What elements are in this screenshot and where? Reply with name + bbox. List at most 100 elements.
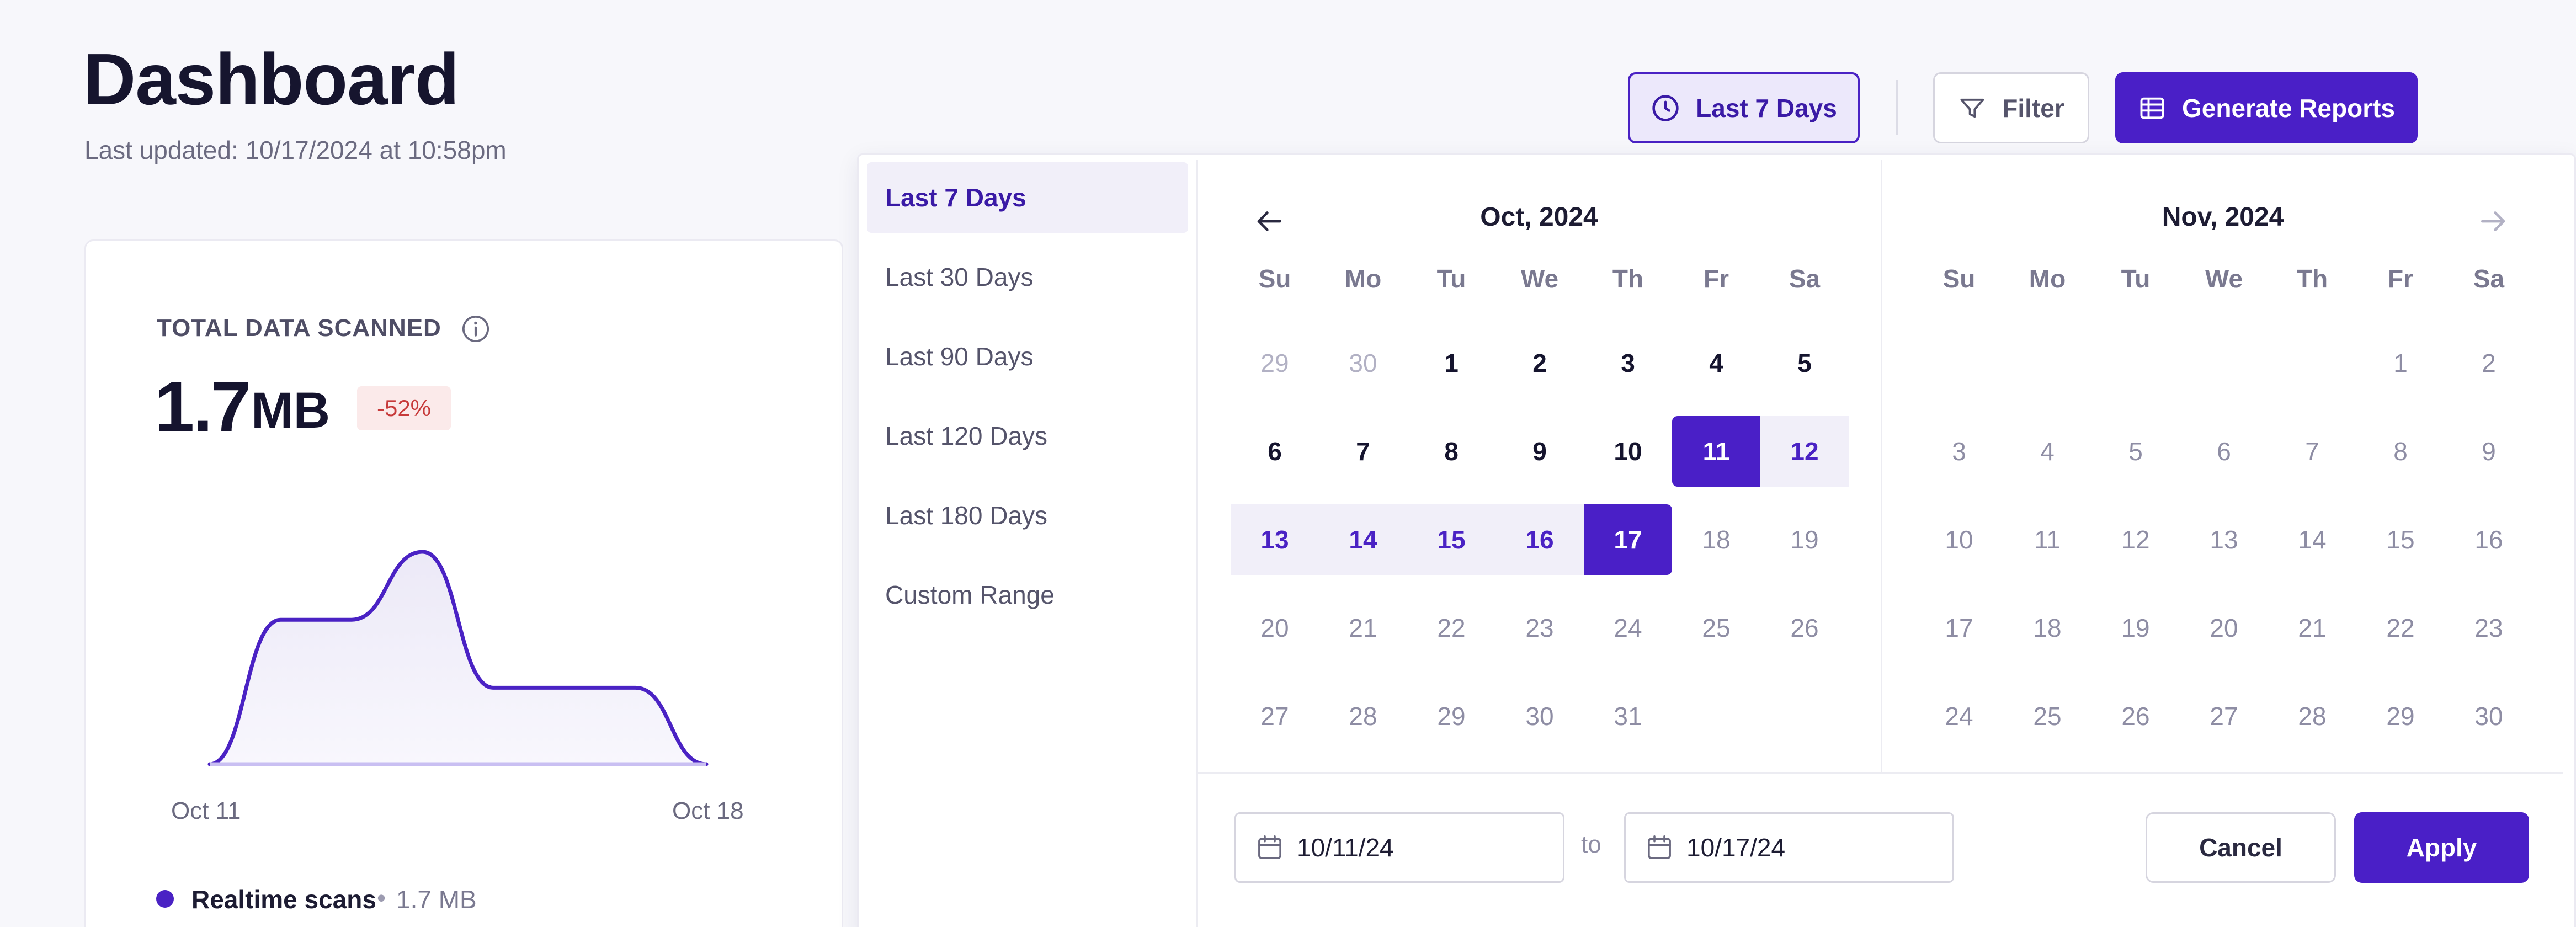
calendar-day[interactable]: 18 xyxy=(1672,504,1760,575)
header-divider xyxy=(1896,80,1898,135)
calendar-day[interactable]: 21 xyxy=(1319,593,1407,663)
calendar-empty-cell xyxy=(2180,328,2268,398)
date-range-button-label: Last 7 Days xyxy=(1696,93,1837,122)
calendar-day[interactable]: 16 xyxy=(1495,504,1584,575)
calendar-day[interactable]: 22 xyxy=(1407,593,1495,663)
preset-option[interactable]: Last 7 Days xyxy=(867,162,1188,233)
prev-month-arrow-icon[interactable] xyxy=(1252,204,1286,238)
calendar-day[interactable]: 6 xyxy=(1231,416,1319,487)
calendar-day[interactable]: 24 xyxy=(1915,681,2003,752)
calendar-day[interactable]: 30 xyxy=(1319,328,1407,398)
calendar-day[interactable]: 23 xyxy=(2445,593,2533,663)
start-date-value: 10/11/24 xyxy=(1297,833,1394,862)
calendar-day[interactable]: 18 xyxy=(2003,593,2091,663)
chart-area-fill xyxy=(210,552,706,764)
end-date-field[interactable]: 10/17/24 xyxy=(1624,812,1954,883)
apply-button[interactable]: Apply xyxy=(2354,812,2529,883)
info-icon[interactable] xyxy=(460,313,491,344)
calendar-icon xyxy=(1258,835,1281,859)
calendar-day[interactable]: 25 xyxy=(1672,593,1760,663)
weekday-header: Mo xyxy=(2029,264,2066,293)
preset-option[interactable]: Last 90 Days xyxy=(867,321,1188,392)
weekday-header: We xyxy=(2205,264,2243,293)
weekday-header: Su xyxy=(1942,264,1976,293)
cancel-button[interactable]: Cancel xyxy=(2146,812,2336,883)
preset-option[interactable]: Last 30 Days xyxy=(867,242,1188,312)
filter-icon xyxy=(1960,98,1984,118)
calendar-day[interactable]: 5 xyxy=(2091,416,2180,487)
preset-option[interactable]: Custom Range xyxy=(867,560,1188,630)
calendar-day[interactable]: 13 xyxy=(1231,504,1319,575)
calendar-day[interactable]: 29 xyxy=(2356,681,2445,752)
calendar-empty-cell xyxy=(1672,681,1760,752)
calendar-day[interactable]: 8 xyxy=(1407,416,1495,487)
calendar-day[interactable]: 11 xyxy=(2003,504,2091,575)
preset-option[interactable]: Last 120 Days xyxy=(867,401,1188,471)
calendar-day[interactable]: 19 xyxy=(1760,504,1849,575)
calendar-day[interactable]: 15 xyxy=(1407,504,1495,575)
calendar-day[interactable]: 7 xyxy=(2268,416,2356,487)
calendar-day[interactable]: 20 xyxy=(1231,593,1319,663)
calendar-day[interactable]: 8 xyxy=(2356,416,2445,487)
weekday-header: Tu xyxy=(1436,264,1466,293)
calendar-day[interactable]: 29 xyxy=(1231,328,1319,398)
calendar-day[interactable]: 22 xyxy=(2356,593,2445,663)
calendar-day[interactable]: 20 xyxy=(2180,593,2268,663)
calendar-day[interactable]: 1 xyxy=(2356,328,2445,398)
calendar-day[interactable]: 2 xyxy=(2445,328,2533,398)
calendar-day[interactable]: 14 xyxy=(1319,504,1407,575)
calendar-day[interactable]: 17 xyxy=(1915,593,2003,663)
calendar-day[interactable]: 28 xyxy=(1319,681,1407,752)
calendar-day[interactable]: 19 xyxy=(2091,593,2180,663)
preset-option[interactable]: Last 180 Days xyxy=(867,480,1188,551)
calendar-day[interactable]: 3 xyxy=(1915,416,2003,487)
metric-value: 1.7 xyxy=(155,366,251,447)
calendar-day[interactable]: 13 xyxy=(2180,504,2268,575)
calendar-day[interactable]: 4 xyxy=(1672,328,1760,398)
calendar-day[interactable]: 10 xyxy=(1584,416,1672,487)
calendar-day[interactable]: 26 xyxy=(2091,681,2180,752)
calendar-day[interactable]: 27 xyxy=(2180,681,2268,752)
weekday-header: Th xyxy=(2296,264,2328,293)
calendar-day[interactable]: 6 xyxy=(2180,416,2268,487)
filter-button[interactable]: Filter xyxy=(1933,72,2089,143)
calendar-day[interactable]: 27 xyxy=(1231,681,1319,752)
calendar-day[interactable]: 14 xyxy=(2268,504,2356,575)
calendar-day[interactable]: 9 xyxy=(1495,416,1584,487)
calendar-day[interactable]: 29 xyxy=(1407,681,1495,752)
calendar-day[interactable]: 12 xyxy=(1760,416,1849,487)
calendar-day[interactable]: 17 xyxy=(1584,504,1672,575)
calendar-day[interactable]: 3 xyxy=(1584,328,1672,398)
calendar-day[interactable]: 25 xyxy=(2003,681,2091,752)
calendar-day[interactable]: 30 xyxy=(1495,681,1584,752)
calendar-day[interactable]: 15 xyxy=(2356,504,2445,575)
calendar-empty-cell xyxy=(2268,328,2356,398)
calendar-day[interactable]: 4 xyxy=(2003,416,2091,487)
calendar-day[interactable]: 7 xyxy=(1319,416,1407,487)
legend-separator: • xyxy=(377,883,386,912)
calendar-day[interactable]: 30 xyxy=(2445,681,2533,752)
calendar-day[interactable]: 21 xyxy=(2268,593,2356,663)
calendar-day[interactable]: 11 xyxy=(1672,416,1760,487)
calendar-day[interactable]: 16 xyxy=(2445,504,2533,575)
calendar-day[interactable]: 28 xyxy=(2268,681,2356,752)
calendar-day[interactable]: 12 xyxy=(2091,504,2180,575)
generate-reports-button[interactable]: Generate Reports xyxy=(2115,72,2418,143)
calendar-empty-cell xyxy=(2091,328,2180,398)
last-updated-text: Last updated: 10/17/2024 at 10:58pm xyxy=(84,136,507,164)
calendar-day[interactable]: 23 xyxy=(1495,593,1584,663)
next-month-arrow-icon[interactable] xyxy=(2477,204,2511,238)
calendar-empty-cell xyxy=(1760,681,1849,752)
end-date-value: 10/17/24 xyxy=(1686,833,1786,862)
start-date-field[interactable]: 10/11/24 xyxy=(1234,812,1564,883)
calendar-day[interactable]: 10 xyxy=(1915,504,2003,575)
calendar-day[interactable]: 31 xyxy=(1584,681,1672,752)
calendar-day[interactable]: 5 xyxy=(1760,328,1849,398)
calendar-day[interactable]: 26 xyxy=(1760,593,1849,663)
calendar-day[interactable]: 24 xyxy=(1584,593,1672,663)
date-range-button[interactable]: Last 7 Days xyxy=(1628,72,1860,143)
legend-dot xyxy=(156,890,174,908)
calendar-day[interactable]: 1 xyxy=(1407,328,1495,398)
calendar-day[interactable]: 2 xyxy=(1495,328,1584,398)
calendar-day[interactable]: 9 xyxy=(2445,416,2533,487)
